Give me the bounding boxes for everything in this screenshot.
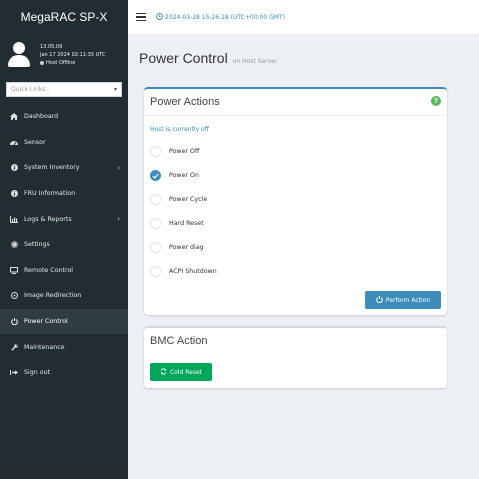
power-icon <box>10 318 18 326</box>
user-avatar-icon <box>8 42 30 68</box>
sidebar-item-power-control[interactable]: Power Control <box>0 308 128 335</box>
menu-toggle-icon[interactable] <box>136 12 146 22</box>
chevron-right-icon: › <box>117 163 120 172</box>
server-datetime-text: 2024-03-28 15:26:18 (UTC+00:00 GMT) <box>165 13 285 21</box>
bmc-action-panel: BMC Action Cold Reset <box>144 326 447 388</box>
sidebar-item-fru-information[interactable]: FRU Information <box>0 181 128 207</box>
sidebar-item-dashboard[interactable]: Dashboard <box>0 104 128 130</box>
sensor-icon <box>10 139 18 146</box>
chart-icon <box>10 215 18 223</box>
sidebar-item-settings[interactable]: Settings <box>0 232 128 258</box>
server-datetime: 2024-03-28 15:26:18 (UTC+00:00 GMT) <box>156 12 285 22</box>
disc-icon <box>10 292 18 300</box>
host-status-text: Host Offline <box>46 60 76 66</box>
radio-label: ACPI Shutdown <box>169 268 217 275</box>
main-content: 2024-03-28 15:26:18 (UTC+00:00 GMT) Powe… <box>128 0 479 479</box>
info-icon <box>10 190 18 198</box>
sidebar-item-maintenance[interactable]: Maintenance <box>0 334 128 360</box>
sidebar-item-label: Image Redirection <box>24 292 82 300</box>
power-actions-panel: Power Actions ? Host is currently off Po… <box>144 87 447 315</box>
refresh-icon <box>160 367 167 377</box>
user-datetime: Jan 17 2024 02:11:35 UTC <box>40 52 106 58</box>
brand-logo[interactable]: MegaRAC SP-X <box>0 0 128 34</box>
radio-button[interactable] <box>150 194 161 205</box>
sidebar-item-label: Settings <box>24 241 50 249</box>
quick-links-select[interactable]: Quick Links.. ▾ <box>6 82 122 97</box>
radio-power-diag[interactable]: Power diag <box>150 242 204 253</box>
sidebar-item-label: Remote Control <box>24 266 74 274</box>
page-header: Power Control on Host Server <box>139 50 277 66</box>
sidebar-item-label: Sign out <box>24 369 51 377</box>
sidebar-item-logs-reports[interactable]: Logs & Reports › <box>0 206 128 232</box>
page-subtitle: on Host Server <box>232 58 278 65</box>
sidebar-item-label: Dashboard <box>24 113 59 121</box>
radio-label: Power Off <box>169 148 200 155</box>
sidebar: MegaRAC SP-X 13.05.09 Jan 17 2024 02:11:… <box>0 0 128 479</box>
firmware-version: 13.05.09 <box>40 44 63 50</box>
top-navbar: 2024-03-28 15:26:18 (UTC+00:00 GMT) <box>128 0 479 34</box>
user-info: 13.05.09 Jan 17 2024 02:11:35 UTC Host O… <box>40 43 106 67</box>
chevron-down-icon: ▾ <box>113 86 117 93</box>
sidebar-item-sensor[interactable]: Sensor <box>0 130 128 156</box>
sidebar-menu: Dashboard Sensor System Inventory › FRU … <box>0 104 128 386</box>
radio-hard-reset[interactable]: Hard Reset <box>150 218 204 229</box>
radio-button[interactable] <box>150 146 161 157</box>
sidebar-item-label: Power Control <box>24 318 68 326</box>
radio-label: Power Cycle <box>169 196 208 203</box>
perform-action-label: Perform Action <box>385 296 431 304</box>
sidebar-item-remote-control[interactable]: Remote Control <box>0 258 128 284</box>
host-status-message: Host is currently off <box>150 126 209 133</box>
wrench-icon <box>10 343 18 351</box>
radio-power-off[interactable]: Power Off <box>150 146 199 157</box>
home-icon <box>10 113 18 121</box>
clock-icon <box>156 12 163 22</box>
checkmark-icon <box>152 173 159 179</box>
radio-power-on[interactable]: Power On <box>150 170 199 181</box>
chevron-right-icon: › <box>117 215 120 224</box>
cold-reset-label: Cold Reset <box>169 368 202 376</box>
sidebar-item-system-inventory[interactable]: System Inventory › <box>0 155 128 181</box>
power-icon <box>376 295 383 305</box>
radio-label: Power On <box>169 172 199 179</box>
radio-button[interactable] <box>150 266 161 277</box>
radio-acpi-shutdown[interactable]: ACPI Shutdown <box>150 266 217 277</box>
sidebar-item-label: System Inventory <box>24 164 80 172</box>
sidebar-item-image-redirection[interactable]: Image Redirection <box>0 283 128 309</box>
sign-out-icon <box>10 369 18 376</box>
gear-icon <box>10 241 18 249</box>
sidebar-item-label: Logs & Reports <box>24 215 72 223</box>
power-actions-title: Power Actions <box>150 96 220 108</box>
radio-label: Power diag <box>169 244 204 251</box>
sidebar-item-label: Sensor <box>24 138 46 146</box>
sidebar-item-sign-out[interactable]: Sign out <box>0 360 128 386</box>
sidebar-item-label: FRU Information <box>24 190 76 198</box>
user-panel: 13.05.09 Jan 17 2024 02:11:35 UTC Host O… <box>0 34 128 76</box>
monitor-icon <box>10 266 18 274</box>
page-title: Power Control <box>139 50 228 66</box>
sidebar-item-label: Maintenance <box>24 343 65 351</box>
perform-action-button[interactable]: Perform Action <box>365 291 441 309</box>
radio-button[interactable] <box>150 242 161 253</box>
status-dot-icon <box>40 61 44 65</box>
host-status: Host Offline <box>40 59 106 67</box>
radio-button[interactable] <box>150 218 161 229</box>
radio-power-cycle[interactable]: Power Cycle <box>150 194 207 205</box>
cold-reset-button[interactable]: Cold Reset <box>150 363 212 381</box>
quick-links-placeholder: Quick Links.. <box>11 86 50 93</box>
help-icon[interactable]: ? <box>431 96 441 106</box>
radio-label: Hard Reset <box>169 220 204 227</box>
info-icon <box>10 164 18 172</box>
radio-button-checked[interactable] <box>150 170 161 181</box>
divider <box>144 115 447 116</box>
bmc-action-title: BMC Action <box>150 335 208 347</box>
